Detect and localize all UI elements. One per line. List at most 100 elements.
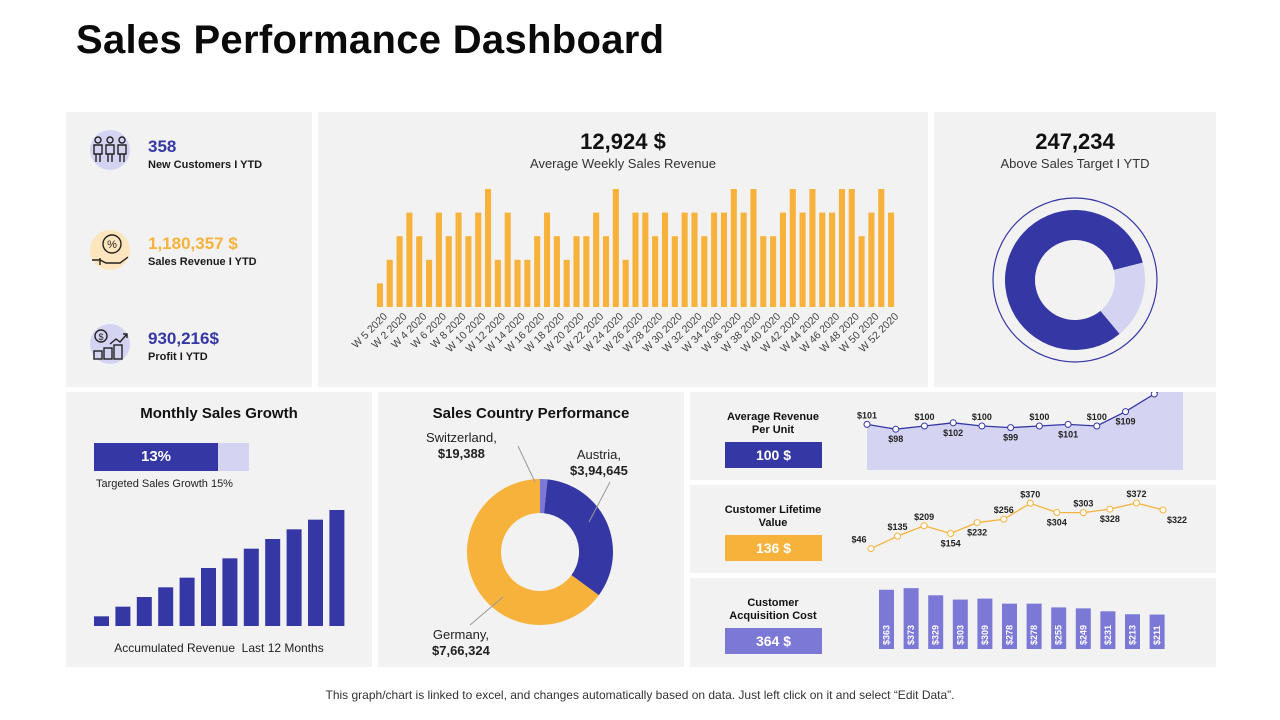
growth-caption: Accumulated Revenue Last 12 Months	[114, 641, 324, 655]
weekly-bar	[504, 212, 511, 307]
weekly-bar	[622, 259, 629, 307]
arpu-point	[949, 419, 957, 427]
weekly-bar	[563, 259, 570, 307]
weekly-bar	[661, 212, 669, 307]
clv-data-label: $256	[994, 505, 1014, 515]
kpi-label: Profit I YTD	[148, 351, 208, 363]
clv-data-label: $154	[941, 538, 961, 548]
monthly-growth-chart	[94, 510, 345, 626]
arpu-point	[1093, 422, 1101, 430]
growth-bar	[179, 577, 195, 626]
growth-bar	[201, 568, 216, 626]
sales-target-panel: 247,234 Above Sales Target I YTD	[934, 112, 1216, 387]
people-icon	[90, 130, 130, 170]
growth-bar	[265, 539, 281, 626]
weekly-bar	[888, 212, 895, 307]
clv-point	[1132, 499, 1140, 507]
svg-text:%: %	[107, 239, 117, 251]
weekly-bar	[720, 212, 728, 307]
clv-data-label: $209	[914, 512, 934, 522]
weekly-sales-chart: W 5 2020W 2 2020W 4 2020W 6 2020W 8 2020…	[350, 189, 901, 355]
growth-bar	[115, 606, 131, 626]
clv-line	[870, 502, 1164, 550]
weekly-bar	[750, 189, 757, 307]
weekly-bar	[406, 212, 413, 307]
clv-data-label: $232	[967, 528, 987, 538]
clv-data-label: $46	[851, 535, 866, 545]
cac-panel: Customer Acquisition Cost 364 $ $363 $373…	[690, 578, 1216, 667]
weekly-bar	[701, 236, 708, 307]
cac-bar-chart: $363 $373 $329 $303 $309 $278 $278 $255 $249 $231…	[879, 588, 1165, 649]
arpu-point	[978, 422, 986, 430]
arpu-point	[892, 425, 900, 433]
country-label-austria: Austria, $3,94,645	[570, 447, 628, 479]
page-title: Sales Performance Dashboard	[76, 18, 665, 62]
country-label-switzerland: Switzerland, $19,388	[426, 430, 497, 462]
cac-data-label: $329	[931, 625, 941, 645]
weekly-bar	[435, 212, 442, 307]
clv-point	[1053, 509, 1061, 517]
country-label-germany: Germany, $7,66,324	[432, 627, 490, 659]
weekly-bar	[376, 283, 383, 307]
cac-data-label: $278	[1029, 625, 1039, 645]
clv-point	[1026, 499, 1034, 507]
arpu-data-label: $100	[1029, 412, 1049, 422]
clv-data-label: $303	[1073, 499, 1093, 509]
clv-data-label: $370	[1020, 489, 1040, 499]
weekly-bar	[671, 236, 678, 307]
weekly-bar	[612, 189, 619, 307]
weekly-bar	[789, 189, 796, 307]
weekly-bar	[691, 212, 698, 307]
weekly-bar	[819, 212, 826, 307]
growth-bar	[329, 510, 345, 626]
monthly-growth-panel: Monthly Sales Growth 13% Targeted Sales …	[66, 392, 372, 667]
growth-bar	[158, 587, 174, 626]
clv-point	[947, 529, 955, 537]
cac-data-label: $278	[1005, 625, 1015, 645]
country-name: Switzerland,	[426, 430, 497, 445]
percent-hand-icon: %	[90, 230, 130, 270]
weekly-bar	[770, 236, 777, 307]
weekly-bar	[602, 236, 610, 307]
arpu-point	[1007, 424, 1015, 432]
arpu-point	[1122, 408, 1130, 416]
clv-point	[920, 522, 928, 530]
weekly-bar	[799, 212, 806, 307]
growth-bar	[308, 519, 323, 626]
arpu-point	[1150, 392, 1158, 398]
country-donut-chart	[466, 445, 613, 626]
weekly-bar	[868, 212, 875, 307]
arpu-data-label: $109	[1116, 417, 1136, 427]
kpi-value: 358	[148, 137, 177, 156]
arpu-panel: Average Revenue Per Unit 100 $ $101 $98 $1…	[690, 392, 1216, 480]
svg-text:$: $	[98, 332, 103, 342]
weekly-bar	[524, 259, 531, 307]
kpi-value: 930,216$	[148, 329, 219, 348]
weekly-bar	[711, 212, 718, 307]
arpu-area-chart: $101$98$100$102$100$99$100$101$100$109$1…	[857, 392, 1183, 470]
kpi-value: 1,180,357 $	[148, 234, 238, 253]
growth-bar	[222, 558, 238, 626]
cac-data-label: $249	[1078, 625, 1088, 645]
arpu-data-label: $99	[1003, 433, 1018, 443]
country-value: $19,388	[437, 446, 485, 461]
cac-data-label: $213	[1128, 625, 1138, 645]
weekly-sales-panel: 12,924 $ Average Weekly Sales Revenue W …	[318, 112, 928, 387]
country-performance-panel: Sales Country Performance Switzerland, $…	[378, 392, 684, 667]
weekly-bar	[386, 259, 393, 307]
clv-point	[1079, 509, 1087, 517]
cac-data-label: $231	[1103, 625, 1113, 645]
clv-data-label: $135	[888, 522, 908, 532]
weekly-bar	[829, 212, 836, 307]
leader-line-switzerland	[517, 445, 536, 483]
cac-data-label: $303	[955, 625, 965, 645]
weekly-bar	[681, 212, 688, 307]
clv-point	[894, 532, 902, 540]
kpi-panel: 358 New Customers I YTD % 1,180,357 $ Sa…	[66, 112, 312, 387]
arpu-point	[1064, 420, 1072, 428]
weekly-bar	[475, 212, 482, 307]
weekly-bar	[465, 236, 472, 307]
weekly-bar	[396, 236, 403, 307]
clv-data-label: $328	[1100, 514, 1120, 524]
weekly-bar	[642, 212, 649, 307]
